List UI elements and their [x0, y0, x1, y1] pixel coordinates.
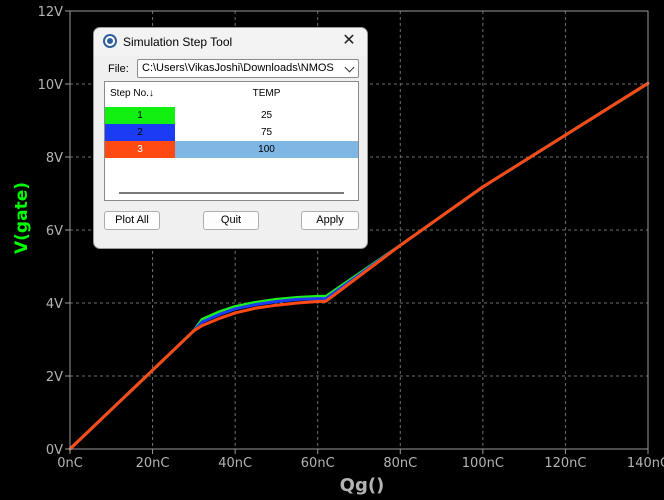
- y-tick-label: 10V: [38, 78, 64, 93]
- column-header-temp[interactable]: TEMP: [175, 82, 358, 106]
- simulation-step-tool-dialog: Simulation Step Tool ✕ File: C:\Users\Vi…: [93, 27, 368, 249]
- dialog-titlebar[interactable]: Simulation Step Tool ✕: [94, 28, 367, 56]
- x-tick-label: 40nC: [218, 456, 252, 471]
- y-axis-label: V(gate): [12, 182, 32, 254]
- x-tick-label: 140nC: [627, 456, 664, 471]
- x-tick-label: 120nC: [544, 456, 586, 471]
- y-tick-label: 8V: [46, 151, 63, 166]
- chevron-down-icon: [344, 62, 355, 73]
- x-axis-label: Qg(): [340, 475, 385, 496]
- ltspice-app-icon: [103, 34, 117, 48]
- x-tick-label: 20nC: [136, 456, 170, 471]
- x-tick-label: 80nC: [383, 456, 417, 471]
- y-tick-label: 12V: [38, 5, 64, 20]
- table-row-step-cell[interactable]: 1: [105, 107, 175, 124]
- dialog-title: Simulation Step Tool: [123, 35, 233, 49]
- table-row-temp-cell[interactable]: 100: [175, 141, 358, 158]
- plot-all-button[interactable]: Plot All: [104, 211, 160, 230]
- horizontal-scrollbar[interactable]: [119, 192, 344, 194]
- close-icon: ✕: [342, 32, 356, 49]
- y-tick-label: 4V: [46, 297, 63, 312]
- table-row-temp-cell[interactable]: 25: [175, 107, 358, 124]
- table-row-step-cell[interactable]: 2: [105, 124, 175, 141]
- quit-button[interactable]: Quit: [203, 211, 259, 230]
- close-button[interactable]: ✕: [340, 31, 358, 51]
- x-tick-label: 100nC: [462, 456, 504, 471]
- x-tick-label: 0nC: [57, 456, 83, 471]
- y-tick-label: 6V: [46, 224, 63, 239]
- table-row-step-cell[interactable]: 3: [105, 141, 175, 158]
- column-header-step[interactable]: Step No.↓: [105, 82, 175, 106]
- apply-button[interactable]: Apply: [301, 211, 359, 230]
- y-tick-label: 2V: [46, 370, 63, 385]
- table-row-temp-cell[interactable]: 75: [175, 124, 358, 141]
- step-table[interactable]: Step No.↓ TEMP 1 25 2 75 3 100: [104, 81, 359, 201]
- x-tick-label: 60nC: [301, 456, 335, 471]
- file-label: File:: [108, 63, 129, 75]
- file-select-value: C:\Users\VikasJoshi\Downloads\NMOS Vgs v…: [142, 62, 336, 74]
- file-select[interactable]: C:\Users\VikasJoshi\Downloads\NMOS Vgs v…: [137, 59, 359, 78]
